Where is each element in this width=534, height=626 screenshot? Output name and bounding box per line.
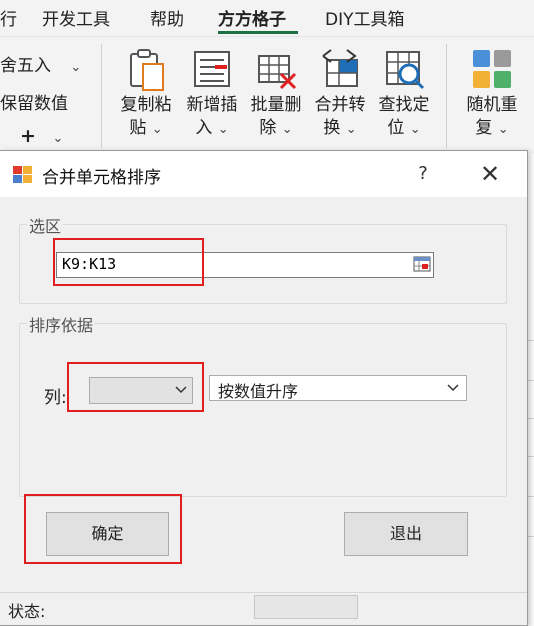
chevron-down-icon: ⌄ [345, 122, 357, 137]
tab-help[interactable]: 帮助 [150, 5, 184, 30]
gridline [527, 456, 534, 457]
chevron-down-icon: ⌄ [151, 122, 163, 137]
ribbon-separator [101, 44, 102, 148]
chevron-down-icon: ⌄ [281, 122, 293, 137]
chevron-down-icon: ⌄ [409, 122, 421, 137]
ribbon-separator [446, 44, 447, 148]
gridline [527, 536, 534, 537]
status-label: 状态: [8, 602, 46, 621]
help-button[interactable]: ? [408, 159, 438, 189]
batch-delete-label: 批量删 [250, 95, 302, 115]
exit-button[interactable]: 退出 [344, 512, 468, 556]
random-repeat-label: 随机重 [466, 95, 518, 115]
merge-convert-label: 合并转 [314, 95, 366, 115]
round-button[interactable]: 舍五入 ⌄ [0, 51, 81, 76]
batch-delete-button[interactable]: 批量删 除 ⌄ [244, 46, 308, 141]
find-grid-icon [386, 51, 425, 90]
chevron-down-icon: ⌄ [217, 122, 229, 137]
find-locate-button[interactable]: 查找定 位 ⌄ [372, 46, 436, 141]
round-label: 舍五入 [0, 56, 51, 76]
copy-paste-label: 复制粘 [120, 95, 172, 115]
gridline [527, 340, 534, 341]
merge-convert-button[interactable]: 合并转 换 ⌄ [308, 46, 372, 141]
tab-partial[interactable]: 行 [0, 5, 17, 30]
highlight-ok-box [24, 494, 182, 564]
dialog-title: 合并单元格排序 [42, 168, 161, 188]
chevron-down-icon: ⌄ [497, 122, 509, 137]
close-button[interactable]: ✕ [470, 157, 510, 191]
gridline [527, 496, 534, 497]
column-label: 列: [44, 388, 67, 408]
tab-developer[interactable]: 开发工具 [42, 5, 110, 30]
status-progress-bar [254, 595, 358, 619]
gridline [527, 418, 534, 419]
range-picker-icon[interactable] [413, 256, 431, 272]
chevron-down-icon [447, 384, 459, 392]
random-blocks-icon [473, 50, 511, 88]
gridline [527, 380, 534, 381]
highlight-column-box [67, 362, 204, 412]
random-repeat-label-2: 复 [475, 118, 493, 138]
merge-cells-icon [322, 49, 358, 87]
plus-icon: + [20, 125, 36, 147]
status-divider [0, 592, 527, 593]
dialog-titlebar[interactable]: 合并单元格排序 ? ✕ [0, 151, 527, 197]
random-repeat-button[interactable]: 随机重 复 ⌄ [459, 46, 525, 141]
copy-paste-button[interactable]: 复制粘 贴 ⌄ [114, 46, 178, 141]
sort-basis-group-label: 排序依据 [27, 312, 96, 336]
active-tab-indicator [218, 31, 298, 34]
tab-diy-toolbox[interactable]: DIY工具箱 [325, 5, 405, 30]
highlight-range-box [53, 238, 204, 286]
delete-grid-icon [258, 55, 297, 90]
chevron-down-icon: ⌄ [70, 60, 82, 75]
chevron-down-icon: ⌄ [52, 131, 64, 146]
find-locate-label-2: 位 [387, 118, 405, 138]
copy-paste-label-2: 贴 [129, 118, 147, 138]
ribbon-tab-bar: 行 开发工具 帮助 方方格子 DIY工具箱 [0, 0, 534, 36]
insert-label: 新增插 [186, 95, 238, 115]
worksheet-edge [527, 154, 534, 624]
clipboard-icon [130, 49, 164, 91]
batch-delete-label-2: 除 [259, 118, 277, 138]
insert-label-2: 入 [195, 118, 213, 138]
insert-rows-icon [194, 51, 230, 87]
tab-fangfang[interactable]: 方方格子 [218, 5, 286, 30]
keep-value-button[interactable]: 保留数值 [0, 89, 68, 114]
merge-convert-label-2: 换 [323, 118, 341, 138]
sort-order-value: 按数值升序 [218, 382, 299, 401]
find-locate-label: 查找定 [378, 95, 430, 115]
app-icon [13, 166, 32, 183]
insert-button[interactable]: 新增插 入 ⌄ [180, 46, 244, 141]
add-symbol-button[interactable]: + ⌄ [20, 125, 63, 147]
selection-group-label: 选区 [27, 213, 64, 237]
sort-order-select[interactable]: 按数值升序 [209, 375, 467, 401]
